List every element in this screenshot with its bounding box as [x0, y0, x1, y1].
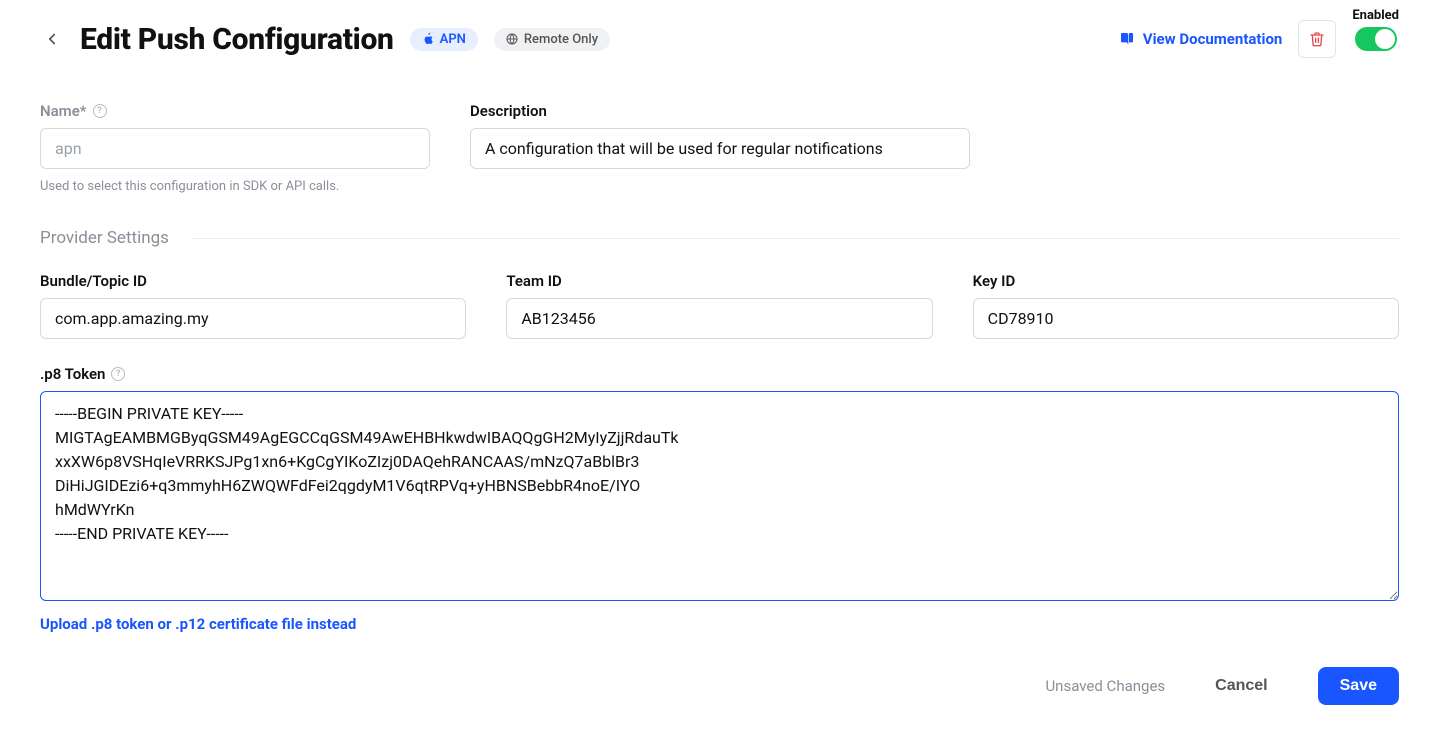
description-label: Description	[470, 102, 970, 120]
cancel-button[interactable]: Cancel	[1193, 667, 1289, 705]
remote-only-badge: Remote Only	[494, 28, 610, 51]
enabled-toggle-block: Enabled	[1352, 8, 1399, 51]
help-icon[interactable]: ?	[111, 367, 125, 381]
remote-only-badge-label: Remote Only	[524, 32, 598, 47]
provider-settings-divider: Provider Settings	[40, 228, 1399, 248]
trash-icon	[1309, 31, 1325, 47]
page-title: Edit Push Configuration	[80, 22, 394, 57]
description-input[interactable]	[470, 128, 970, 169]
team-id-input[interactable]	[506, 298, 932, 339]
book-icon	[1119, 31, 1135, 47]
bundle-id-label: Bundle/Topic ID	[40, 272, 466, 290]
upload-file-link[interactable]: Upload .p8 token or .p12 certificate fil…	[40, 615, 356, 633]
bundle-id-input[interactable]	[40, 298, 466, 339]
arrow-left-icon	[43, 30, 61, 48]
apple-icon	[422, 32, 434, 46]
team-id-label: Team ID	[506, 272, 932, 290]
team-id-field: Team ID	[506, 272, 932, 339]
apn-badge: APN	[410, 28, 478, 51]
globe-icon	[506, 33, 518, 45]
enabled-toggle[interactable]	[1355, 27, 1397, 51]
delete-button[interactable]	[1298, 20, 1336, 58]
view-documentation-label: View Documentation	[1143, 30, 1283, 48]
enabled-label: Enabled	[1352, 8, 1399, 23]
p8-token-textarea[interactable]	[40, 391, 1399, 601]
toggle-knob	[1375, 29, 1395, 49]
divider-line	[193, 238, 1399, 239]
back-button[interactable]	[40, 27, 64, 51]
key-id-input[interactable]	[973, 298, 1399, 339]
apn-badge-label: APN	[440, 32, 466, 47]
name-field: Name* ? Used to select this configuratio…	[40, 102, 430, 194]
page-footer: Unsaved Changes Cancel Save	[40, 667, 1399, 705]
save-button[interactable]: Save	[1318, 667, 1399, 705]
key-id-field: Key ID	[973, 272, 1399, 339]
help-icon[interactable]: ?	[93, 104, 107, 118]
key-id-label: Key ID	[973, 272, 1399, 290]
p8-token-label: .p8 Token ?	[40, 365, 1399, 383]
name-hint: Used to select this configuration in SDK…	[40, 179, 430, 194]
description-field: Description	[470, 102, 970, 194]
bundle-id-field: Bundle/Topic ID	[40, 272, 466, 339]
unsaved-changes-label: Unsaved Changes	[1045, 677, 1165, 695]
name-input[interactable]	[40, 128, 430, 169]
provider-settings-title: Provider Settings	[40, 228, 169, 248]
page-header: Edit Push Configuration APN Remote Only …	[40, 20, 1399, 58]
view-documentation-link[interactable]: View Documentation	[1119, 30, 1283, 48]
name-label: Name* ?	[40, 102, 430, 120]
